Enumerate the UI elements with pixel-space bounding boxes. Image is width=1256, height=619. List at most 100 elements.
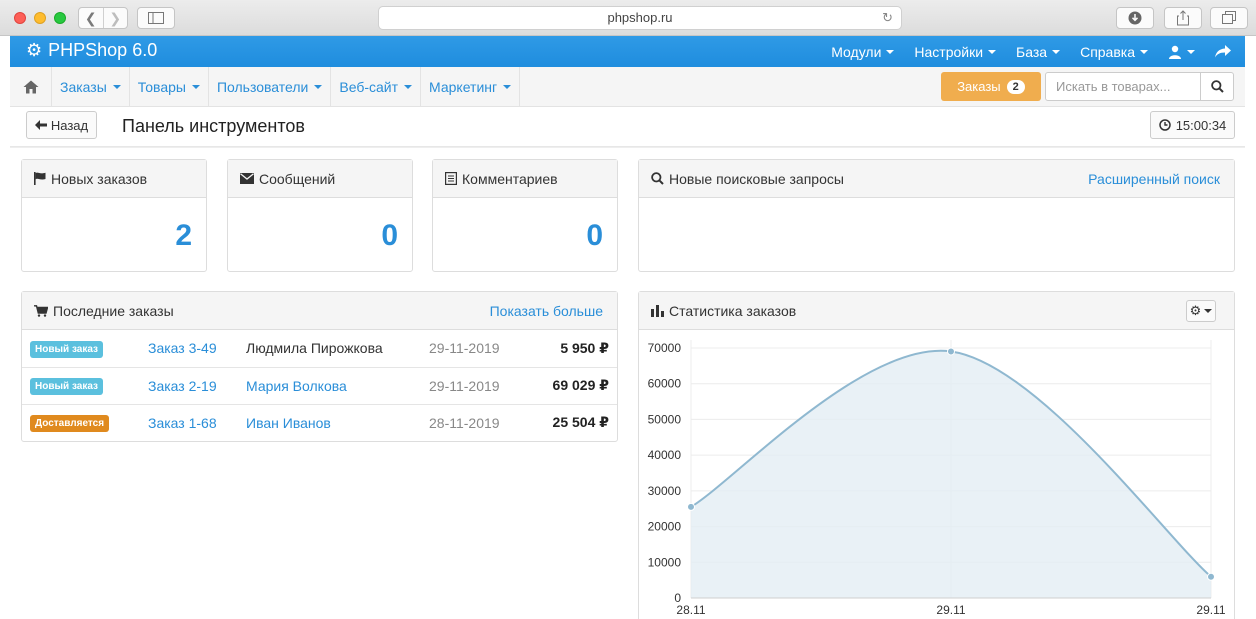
close-window-button[interactable]: [14, 12, 26, 24]
address-bar[interactable]: phpshop.ru ↻: [378, 6, 902, 30]
flag-icon: [34, 172, 46, 185]
order-amount: 25 504: [552, 414, 596, 431]
order-cell: Заказ 3-49: [148, 330, 246, 368]
customer-link[interactable]: Мария Волкова: [246, 378, 347, 394]
panel-title: Комментариев: [462, 170, 558, 187]
comments-panel[interactable]: Комментариев 0: [432, 159, 618, 272]
x-tick-label: 29.11: [1196, 603, 1225, 617]
messages-count: 0: [381, 219, 398, 252]
currency-symbol: ₽: [599, 377, 609, 393]
date-cell: 29-11-2019: [429, 367, 529, 405]
panel-heading: Новых заказов: [22, 160, 206, 198]
tabs-overview-button[interactable]: [1210, 7, 1248, 29]
x-tick-label: 29.11: [936, 603, 965, 617]
arrow-left-icon: [34, 120, 47, 130]
share-arrow-icon: [1215, 45, 1231, 58]
sub-menu: Заказы Товары Пользователи Веб-сайт Марк…: [52, 67, 521, 107]
y-tick-label: 10000: [648, 555, 682, 569]
download-icon: [1128, 11, 1142, 25]
user-menu[interactable]: [1168, 45, 1195, 59]
url-text: phpshop.ru: [607, 10, 673, 25]
customer-cell: Иван Иванов: [246, 404, 429, 441]
new-orders-panel[interactable]: Новых заказов 2: [21, 159, 207, 272]
browser-toolbar: ❮ ❯ phpshop.ru ↻: [0, 0, 1256, 36]
panel-heading: Комментариев: [433, 160, 617, 198]
order-amount: 5 950: [560, 339, 596, 356]
status-cell: Доставляется: [22, 404, 148, 441]
chart-settings-dropdown[interactable]: ⚙: [1186, 300, 1216, 322]
menu-label: Настройки: [914, 43, 984, 60]
sidebar-toggle-button[interactable]: [137, 7, 175, 29]
y-tick-label: 30000: [648, 484, 682, 498]
zoom-window-button[interactable]: [54, 12, 66, 24]
share-icon: [1177, 10, 1189, 26]
table-row[interactable]: Доставляется Заказ 1-68 Иван Иванов 28-1…: [22, 404, 617, 441]
panel-heading: Последние заказы Показать больше: [22, 292, 617, 330]
panel-title: Статистика заказов: [669, 302, 797, 319]
gear-icon: ⚙: [26, 40, 43, 60]
gear-icon: ⚙: [1189, 303, 1202, 318]
caret-down-icon: [988, 49, 997, 54]
panel-title: Последние заказы: [53, 302, 174, 319]
orders-table: Новый заказ Заказ 3-49 Людмила Пирожкова…: [22, 330, 617, 441]
sub-menu-website[interactable]: Веб-сайт: [331, 67, 422, 107]
data-point: [687, 502, 695, 511]
menu-label: Пользователи: [216, 79, 309, 95]
status-cell: Новый заказ: [22, 330, 148, 368]
forward-arrow-icon[interactable]: ❯: [102, 8, 128, 28]
caret-down-icon: [1187, 49, 1195, 54]
page-header: Назад Панель инструментов 15:00:34: [10, 107, 1245, 147]
menu-label: Заказы: [60, 79, 107, 95]
back-button[interactable]: Назад: [26, 111, 97, 139]
search-icon: [651, 172, 664, 185]
downloads-button[interactable]: [1116, 7, 1154, 29]
sub-menu-orders[interactable]: Заказы: [52, 67, 130, 107]
menu-label: Справка: [1080, 43, 1135, 60]
currency-symbol: ₽: [599, 339, 609, 356]
order-stats-chart: 01000020000300004000050000600007000028.1…: [648, 340, 1226, 617]
order-link[interactable]: Заказ 1-68: [148, 415, 217, 431]
top-menu-modules[interactable]: Модули: [831, 44, 895, 60]
menu-label: Веб-сайт: [339, 79, 399, 95]
order-link[interactable]: Заказ 3-49: [148, 340, 217, 356]
search-button[interactable]: [1200, 72, 1234, 101]
amount-cell: 25 504 ₽: [529, 404, 617, 441]
sub-menu-marketing[interactable]: Маркетинг: [421, 67, 521, 107]
messages-panel[interactable]: Сообщений 0: [227, 159, 413, 272]
orders-button[interactable]: Заказы 2: [941, 72, 1041, 101]
top-menu-database[interactable]: База: [1016, 43, 1061, 60]
brand[interactable]: ⚙ PHPShop 6.0: [26, 40, 157, 61]
data-point: [947, 347, 955, 356]
top-menu-settings[interactable]: Настройки: [914, 43, 997, 60]
page-title: Панель инструментов: [122, 116, 305, 136]
order-date: 29-11-2019: [429, 377, 500, 394]
panel-title: Новых заказов: [51, 170, 148, 187]
sub-menu-products[interactable]: Товары: [130, 67, 209, 107]
tabs-icon: [1222, 11, 1236, 24]
orders-button-label: Заказы: [957, 79, 1001, 94]
panel-heading: Сообщений: [228, 160, 412, 198]
menu-label: База: [1016, 43, 1048, 60]
advanced-search-link[interactable]: Расширенный поиск: [1088, 171, 1220, 187]
share-button[interactable]: [1164, 7, 1202, 29]
go-to-site-button[interactable]: [1215, 45, 1231, 58]
sub-menu-users[interactable]: Пользователи: [209, 67, 332, 107]
product-search-input[interactable]: [1045, 72, 1201, 101]
shopping-cart-icon: [34, 304, 48, 317]
search-icon: [1210, 80, 1224, 93]
order-amount: 69 029: [552, 377, 596, 393]
show-more-link[interactable]: Показать больше: [490, 303, 603, 319]
panel-title: Новые поисковые запросы: [669, 170, 844, 187]
order-link[interactable]: Заказ 2-19: [148, 378, 217, 394]
top-menu: Модули Настройки База Справка: [831, 36, 1231, 67]
table-row[interactable]: Новый заказ Заказ 3-49 Людмила Пирожкова…: [22, 330, 617, 368]
home-button[interactable]: [10, 67, 52, 107]
back-arrow-icon[interactable]: ❮: [79, 8, 103, 28]
server-time[interactable]: 15:00:34: [1150, 111, 1235, 139]
top-menu-help[interactable]: Справка: [1080, 44, 1148, 60]
reload-icon[interactable]: ↻: [882, 7, 893, 29]
table-row[interactable]: Новый заказ Заказ 2-19 Мария Волкова 29-…: [22, 367, 617, 405]
menu-label: Маркетинг: [429, 79, 498, 95]
minimize-window-button[interactable]: [34, 12, 46, 24]
customer-link[interactable]: Иван Иванов: [246, 415, 331, 431]
